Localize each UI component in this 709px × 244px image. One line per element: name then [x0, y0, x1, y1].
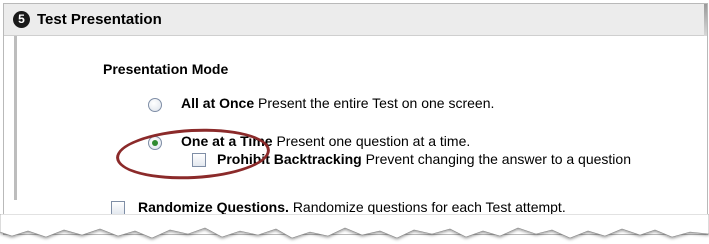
- torn-paper-edge: [0, 214, 709, 239]
- one-at-a-time-description: Present one question at a time.: [276, 133, 471, 149]
- all-at-once-description: Present the entire Test on one screen.: [258, 95, 495, 111]
- header-edge-bar: [704, 4, 707, 36]
- randomize-questions-label: Randomize Questions.: [138, 199, 289, 215]
- randomize-questions-description: Randomize questions for each Test attemp…: [292, 199, 566, 215]
- all-at-once-radio[interactable]: [148, 98, 162, 112]
- prohibit-backtracking-option[interactable]: Prohibit Backtracking Prevent changing t…: [217, 151, 631, 167]
- all-at-once-option[interactable]: All at Once Present the entire Test on o…: [181, 95, 494, 111]
- step-number-badge: 5: [13, 11, 30, 28]
- randomize-questions-checkbox[interactable]: [111, 201, 125, 215]
- prohibit-backtracking-description: Prevent changing the answer to a questio…: [365, 151, 631, 167]
- section-title: Test Presentation: [37, 11, 162, 28]
- all-at-once-label: All at Once: [181, 95, 255, 111]
- annotation-ellipse: [114, 125, 272, 183]
- presentation-mode-heading: Presentation Mode: [103, 61, 229, 77]
- section-left-rule: [14, 36, 17, 200]
- test-presentation-panel: 5 Test Presentation Presentation Mode Al…: [3, 3, 708, 235]
- section-header: 5 Test Presentation: [4, 4, 707, 36]
- randomize-questions-option[interactable]: Randomize Questions. Randomize questions…: [138, 199, 566, 215]
